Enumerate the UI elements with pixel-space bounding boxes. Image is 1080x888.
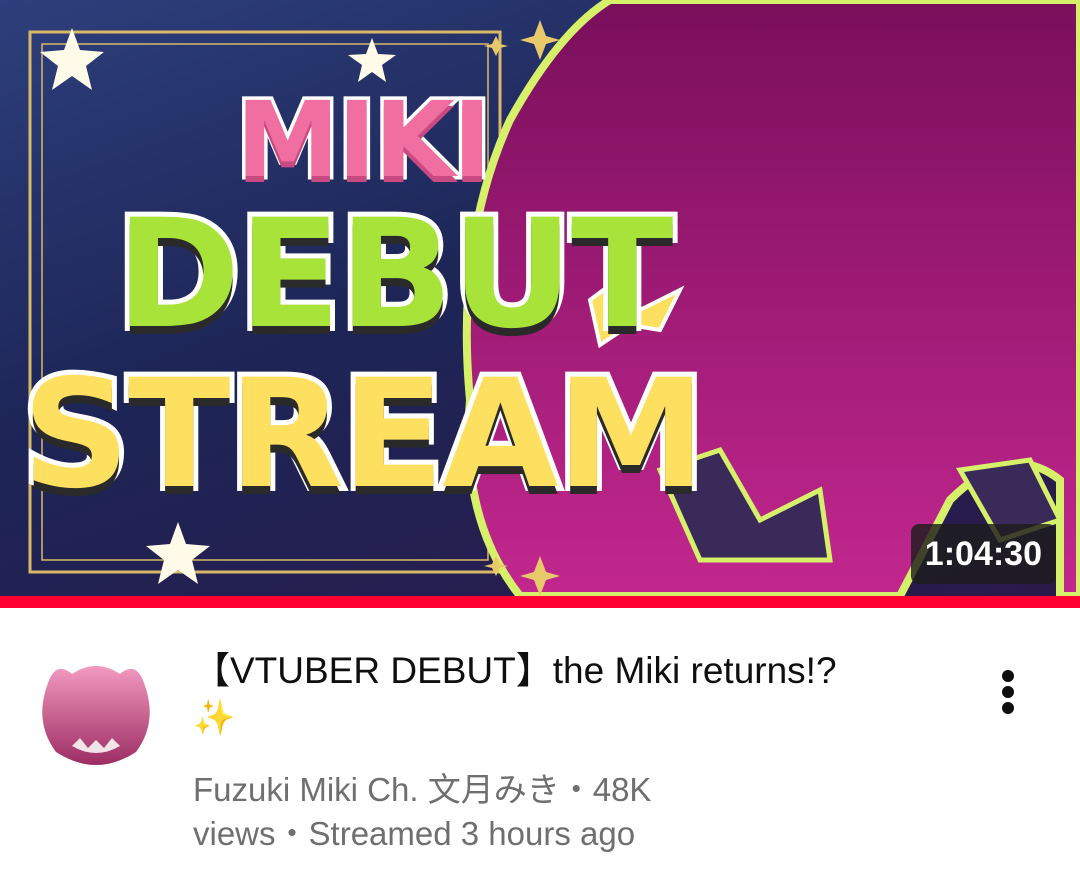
star-icon-1 [40, 28, 104, 90]
channel-avatar[interactable] [36, 660, 156, 770]
thumbnail-text-debut: DEBUT [111, 188, 678, 362]
duration-badge: 1:04:30 [910, 524, 1056, 584]
video-thumbnail[interactable]: MIKI DEBUT STREAM 1:04:30 [0, 0, 1080, 596]
watch-progress-fill [0, 596, 1080, 608]
video-title[interactable]: 【VTUBER DEBUT】the Miki returns!? ✨ [193, 648, 933, 741]
watch-progress-bar [0, 596, 1080, 608]
star-icon-3 [146, 522, 210, 584]
video-metadata: Fuzuki Miki Ch. 文月みき・48K views・Streamed … [193, 768, 753, 856]
video-title-text: 【VTUBER DEBUT】the Miki returns!? [193, 650, 837, 691]
meta-separator: ・ [559, 771, 593, 808]
meta-separator: ・ [275, 815, 309, 852]
sparkles-emoji-icon: ✨ [193, 699, 236, 737]
channel-avatar-pink-icon [42, 666, 150, 765]
stream-time: Streamed 3 hours ago [308, 815, 636, 852]
channel-name[interactable]: Fuzuki Miki Ch. 文月みき [193, 771, 560, 808]
thumbnail-text-stream: STREAM [17, 348, 711, 522]
thumbnail-text-miki: MIKI [232, 79, 495, 201]
more-options-button[interactable] [978, 660, 1038, 724]
